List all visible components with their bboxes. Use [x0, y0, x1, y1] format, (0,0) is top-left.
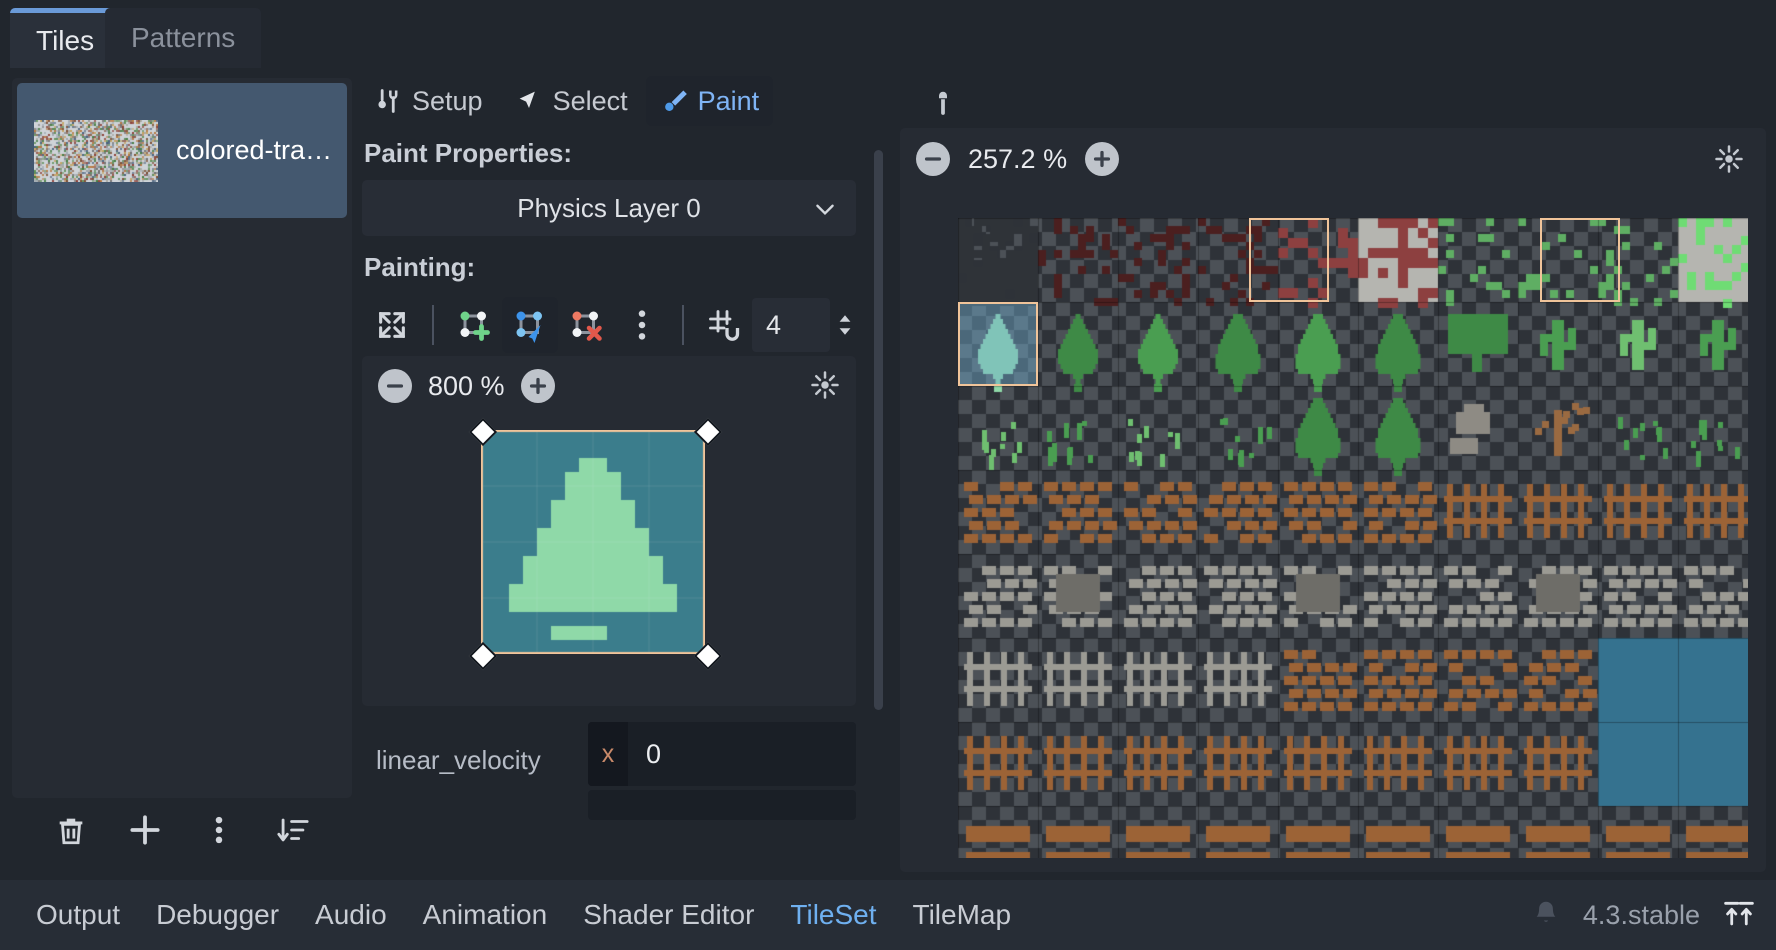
tab-select[interactable]: Select	[501, 76, 642, 126]
linear-velocity-label: linear_velocity	[376, 744, 541, 775]
snap-value-input[interactable]: 4	[752, 298, 830, 352]
preview-zoom-out-button[interactable]	[378, 369, 412, 403]
tile-polygon-canvas[interactable]	[481, 430, 705, 654]
expand-arrows-icon	[379, 312, 405, 338]
tileset-tab-bar: Tiles Patterns	[0, 0, 1776, 68]
plus-icon	[130, 815, 160, 845]
panel-tab-output[interactable]: Output	[36, 899, 120, 931]
notification-button[interactable]	[1531, 898, 1561, 933]
middle-panel-scrollbar[interactable]	[874, 150, 883, 710]
tab-setup-label: Setup	[412, 85, 483, 116]
godot-version-label: 4.3.stable	[1582, 899, 1700, 930]
panel-tab-audio[interactable]: Audio	[315, 899, 387, 931]
bell-icon	[1536, 901, 1556, 922]
toolbar-divider-2	[682, 305, 684, 345]
linear-velocity-x-field[interactable]: x 0	[588, 722, 856, 786]
panel-tab-debugger[interactable]: Debugger	[156, 899, 279, 931]
atlas-tiles-grid[interactable]	[958, 218, 1748, 858]
edit-points-button[interactable]	[502, 297, 558, 353]
atlas-view-panel: 257.2 %	[900, 128, 1766, 872]
snap-stepper[interactable]	[830, 298, 860, 352]
physics-layer-value: Physics Layer 0	[517, 192, 701, 223]
snap-value: 4	[766, 309, 782, 340]
toolbar-divider	[432, 305, 434, 345]
tab-paint-label: Paint	[697, 85, 760, 116]
eyedropper-icon	[939, 91, 947, 115]
tools-icon	[378, 89, 398, 113]
status-bar-right: 4.3.stable	[1531, 880, 1756, 950]
chevron-down-icon	[816, 204, 834, 216]
panel-tab-animation[interactable]: Animation	[423, 899, 548, 931]
painting-title: Painting:	[364, 252, 476, 282]
create-polygon-button[interactable]	[446, 297, 502, 353]
linear-velocity-x-value: 0	[646, 738, 662, 769]
tab-tiles[interactable]: Tiles	[10, 8, 121, 68]
bottom-panel-bar: Output Debugger Audio Animation Shader E…	[0, 880, 1776, 950]
vertical-dots-icon	[638, 310, 646, 340]
stepper-arrows-icon	[839, 315, 851, 335]
plus-icon	[529, 377, 546, 395]
tile-polygon-preview: 800 %	[362, 356, 856, 706]
panel-tab-tilemap[interactable]: TileMap	[913, 899, 1012, 931]
editor-mode-row: Setup Select Paint	[360, 72, 774, 130]
linear-velocity-y-field[interactable]	[588, 790, 856, 820]
list-item[interactable]: colored-tra…	[17, 83, 347, 218]
eyedropper-button[interactable]	[920, 80, 966, 126]
tab-paint[interactable]: Paint	[645, 76, 774, 126]
atlas-center-view-button[interactable]	[1714, 144, 1744, 179]
source-menu-button[interactable]	[197, 808, 241, 852]
painting-toolbar: 4	[364, 294, 864, 356]
polygon-add-icon	[460, 311, 490, 341]
preview-center-view-button[interactable]	[810, 370, 840, 405]
grid-snap-icon	[709, 310, 740, 341]
add-source-button[interactable]	[123, 808, 167, 852]
source-list-panel: colored-tra…	[12, 78, 352, 798]
trash-icon	[59, 818, 83, 845]
minus-icon	[386, 384, 404, 388]
atlas-zoom-value: 257.2 %	[968, 143, 1068, 174]
paint-properties-title: Paint Properties:	[364, 138, 573, 168]
expand-bottom-panel-icon	[1724, 901, 1754, 925]
grid-snap-toggle[interactable]	[696, 297, 752, 353]
panel-tab-shader-editor[interactable]: Shader Editor	[583, 899, 754, 931]
preview-zoom-in-button[interactable]	[520, 369, 555, 403]
source-list-toolbar	[12, 800, 352, 860]
source-thumbnail	[34, 119, 158, 182]
expand-polygon-button[interactable]	[364, 297, 420, 353]
axis-x-badge: x	[588, 722, 628, 786]
tab-setup[interactable]: Setup	[360, 76, 497, 126]
preview-zoom-bar: 800 %	[362, 356, 856, 416]
atlas-zoom-in-button[interactable]	[1085, 142, 1120, 176]
preview-zoom-value: 800 %	[428, 370, 505, 401]
tile-editor-panel: Setup Select Paint Paint Properties: Phy…	[360, 72, 860, 872]
atlas-zoom-bar: 257.2 %	[900, 128, 1766, 190]
sort-sources-button[interactable]	[271, 808, 315, 852]
center-view-icon	[1715, 145, 1743, 173]
atlas-canvas[interactable]	[958, 218, 1748, 858]
tab-select-label: Select	[552, 85, 628, 116]
delete-source-button[interactable]	[49, 808, 93, 852]
center-view-icon	[811, 371, 839, 399]
minus-icon	[924, 157, 942, 161]
source-name-label: colored-tra…	[176, 135, 333, 165]
polygon-edit-icon	[516, 311, 542, 343]
tab-patterns[interactable]: Patterns	[105, 8, 262, 68]
polygon-delete-icon	[572, 311, 602, 341]
sort-icon	[277, 818, 309, 842]
delete-polygon-button[interactable]	[558, 297, 614, 353]
physics-layer-select[interactable]: Physics Layer 0	[362, 180, 856, 236]
polygon-menu-button[interactable]	[614, 297, 670, 353]
expand-bottom-panel-button[interactable]	[1722, 898, 1756, 933]
paintbrush-icon	[664, 90, 687, 112]
plus-icon	[1094, 150, 1111, 168]
atlas-zoom-out-button[interactable]	[916, 142, 950, 176]
vertical-dots-icon	[215, 816, 223, 844]
cursor-arrow-icon	[519, 91, 535, 108]
panel-tab-tileset[interactable]: TileSet	[790, 899, 876, 931]
